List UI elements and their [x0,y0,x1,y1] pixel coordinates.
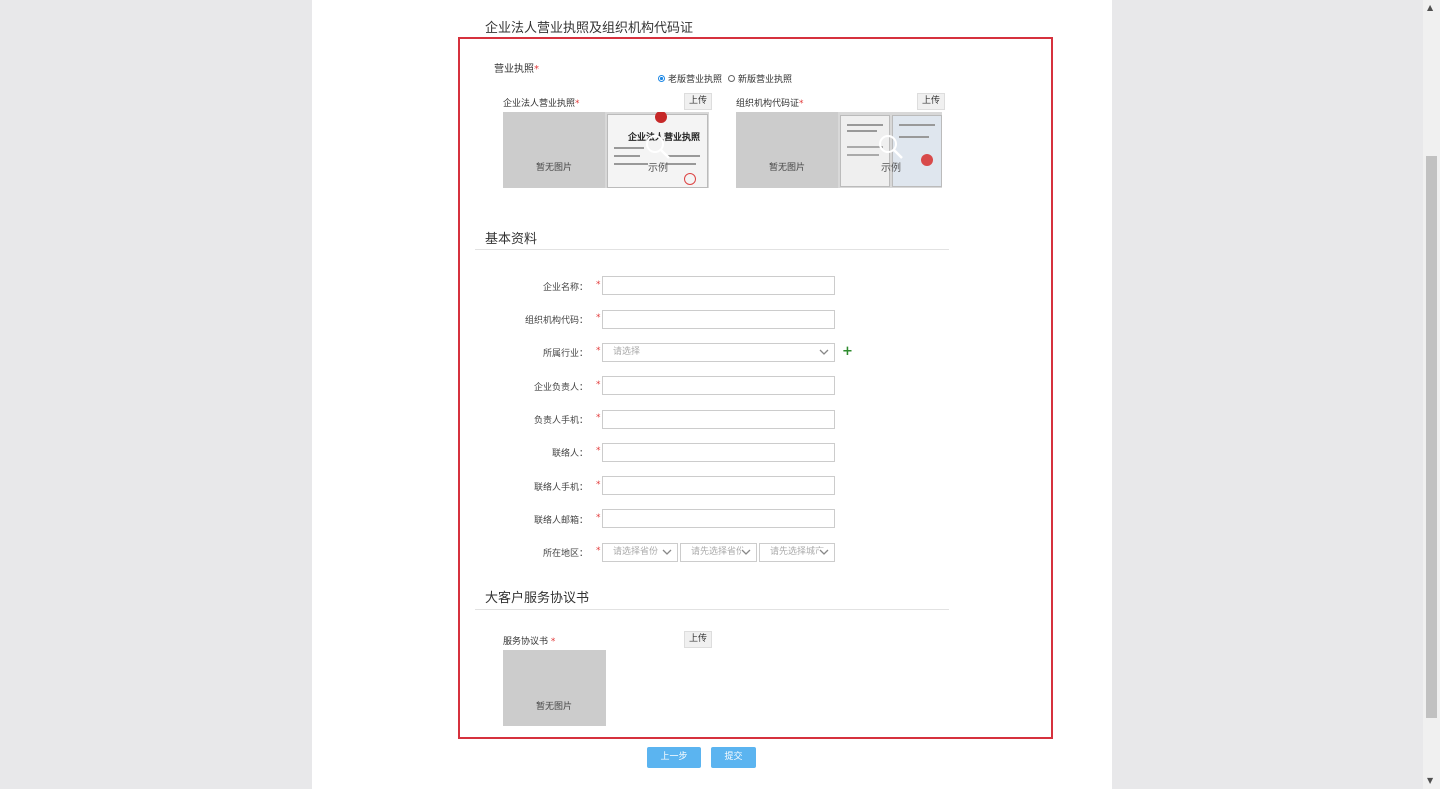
chevron-down-icon [662,548,672,556]
radio-old-license[interactable]: 老版营业执照 [658,72,722,85]
contact-email-input[interactable] [602,509,835,528]
basic-section-title: 基本资料 [485,232,538,247]
license-type-radio-group: 老版营业执照 新版营业执照 [658,72,792,85]
org-code-label: 组织机构代码证* [736,99,804,109]
search-icon [879,135,903,159]
contact-email-label: 联络人邮箱： [533,516,588,526]
leader-phone-input[interactable] [602,410,835,429]
corp-license-preview[interactable]: 暂无图片 [503,112,606,188]
contact-phone-input[interactable] [602,476,835,495]
required-star: * [596,480,601,490]
biz-license-label: 营业执照* [494,64,539,75]
required-star: * [596,413,601,423]
corp-license-upload-button[interactable]: 上传 [684,93,713,110]
contact-person-input[interactable] [602,443,835,462]
province-select[interactable]: 请选择省份 [602,543,678,562]
submit-button[interactable]: 提交 [711,747,756,768]
seal-icon [655,112,667,123]
city-select[interactable]: 请先选择省份 [680,543,757,562]
stamp-icon [921,154,933,166]
divider [475,609,949,610]
leader-phone-label: 负责人手机： [533,416,588,426]
required-star: * [596,280,601,290]
org-code-sample[interactable]: 示例 [838,112,942,188]
license-section-title: 企业法人营业执照及组织机构代码证 [485,21,694,36]
company-name-label: 企业名称： [542,283,588,293]
radio-old-dot[interactable] [658,75,665,82]
contact-phone-label: 联络人手机： [533,483,588,493]
sample-label: 示例 [881,163,901,174]
company-leader-input[interactable] [602,376,835,395]
add-industry-button[interactable]: + [842,344,853,359]
contact-person-label: 联络人： [551,449,588,459]
corp-license-sample[interactable]: 企业法人营业执照 示例 [605,112,709,188]
chevron-down-icon [819,349,829,355]
scroll-up-icon[interactable]: ▲ [1427,3,1433,12]
region-label: 所在地区： [542,549,588,559]
chevron-down-icon [819,548,829,556]
org-code-empty-text: 暂无图片 [769,163,806,173]
scroll-down-icon[interactable]: ▼ [1427,776,1433,785]
required-star: * [596,313,601,323]
search-icon [646,135,670,159]
sample-label: 示例 [648,163,668,174]
agreement-empty-text: 暂无图片 [536,702,573,712]
agreement-preview[interactable]: 暂无图片 [503,650,606,726]
org-code-field-label: 组织机构代码： [524,316,588,326]
org-code-preview[interactable]: 暂无图片 [736,112,839,188]
agreement-upload-button[interactable]: 上传 [684,631,713,648]
org-code-input[interactable] [602,310,835,329]
prev-step-button[interactable]: 上一步 [647,747,701,768]
radio-new-license[interactable]: 新版营业执照 [728,72,792,85]
required-star: * [596,346,601,356]
radio-new-dot[interactable] [728,75,736,82]
agreement-doc-label: 服务协议书 * [503,637,556,647]
required-star: * [596,546,601,556]
district-select[interactable]: 请先选择城市 [759,543,835,562]
divider [475,249,949,250]
required-star: * [596,513,601,523]
scroll-thumb[interactable] [1426,156,1437,718]
required-star: * [596,380,601,390]
agreement-section-title: 大客户服务协议书 [485,591,590,606]
chevron-down-icon [741,548,751,556]
company-name-input[interactable] [602,276,835,295]
required-star: * [596,446,601,456]
stamp-icon [684,173,696,185]
industry-select[interactable]: 请选择 [602,343,835,362]
corp-license-label: 企业法人营业执照* [503,99,580,109]
org-code-upload-button[interactable]: 上传 [917,93,946,110]
industry-label: 所属行业： [542,349,588,359]
corp-license-empty-text: 暂无图片 [536,163,573,173]
company-leader-label: 企业负责人： [533,383,588,393]
vertical-scrollbar[interactable]: ▲ ▼ [1423,0,1440,789]
